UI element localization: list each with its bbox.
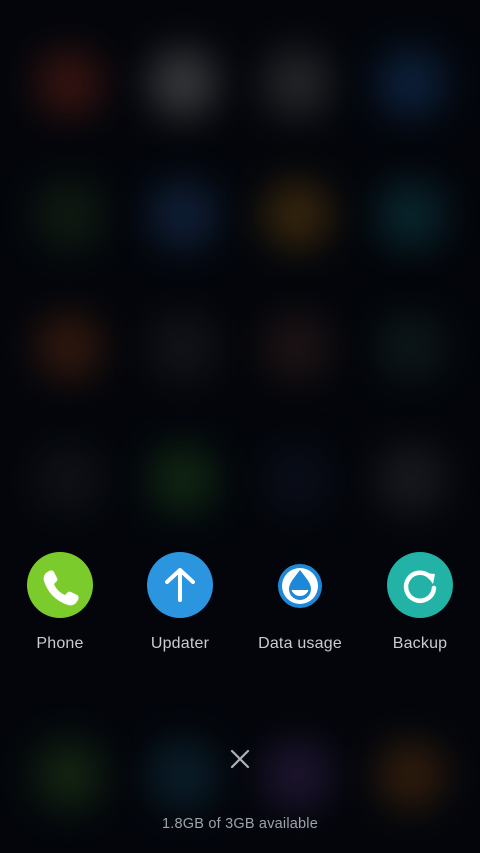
close-icon [222, 741, 258, 777]
app-label: Backup [392, 635, 448, 652]
backup-refresh-icon [387, 552, 453, 618]
app-updater[interactable]: Updater [120, 552, 240, 662]
recents-screen: Phone Updater Data usage Backup 1.8GB of… [0, 0, 480, 853]
background-scrim [0, 0, 480, 853]
water-drop-icon [267, 552, 333, 618]
arrow-up-icon [147, 552, 213, 618]
app-backup[interactable]: Backup [360, 552, 480, 662]
app-data-usage[interactable]: Data usage [240, 552, 360, 662]
app-phone[interactable]: Phone [0, 552, 120, 662]
close-button[interactable] [222, 741, 258, 777]
phone-icon [27, 552, 93, 618]
app-label: Data usage [258, 635, 342, 652]
app-label: Updater [150, 635, 210, 652]
memory-status: 1.8GB of 3GB available [162, 816, 318, 832]
app-shortcuts-row: Phone Updater Data usage Backup [0, 552, 480, 662]
app-label: Phone [36, 635, 84, 652]
